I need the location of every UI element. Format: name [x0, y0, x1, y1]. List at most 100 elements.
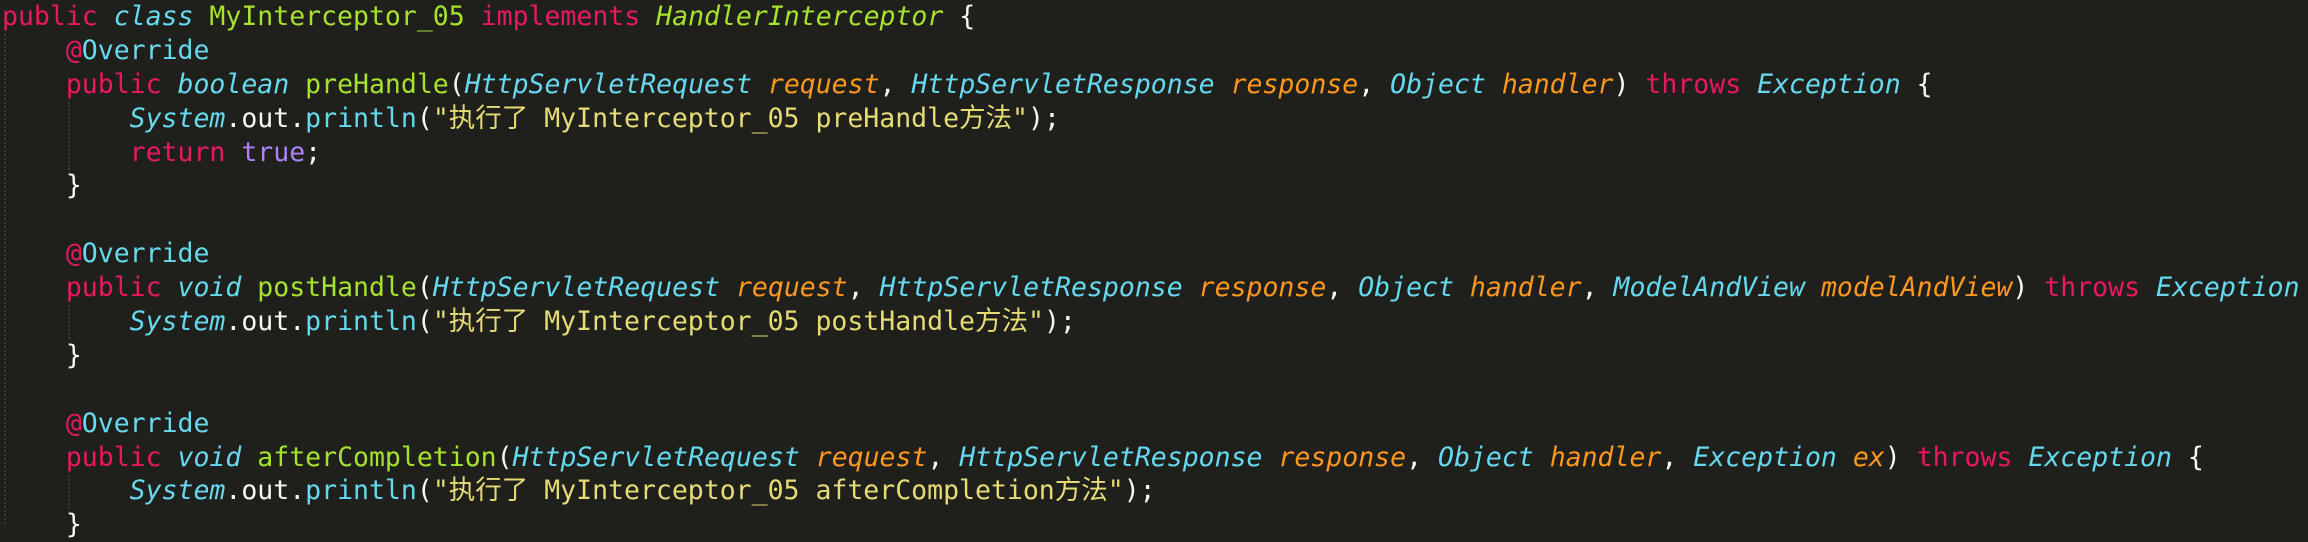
code-token: public — [2, 1, 114, 32]
code-token: Exception — [1757, 68, 1901, 100]
code-token: { — [2171, 441, 2204, 473]
code-token: throws — [1645, 68, 1758, 100]
code-token: { — [943, 1, 976, 32]
code-line[interactable]: @Override — [2, 407, 2300, 441]
code-token: } — [2, 339, 82, 371]
code-token: @ — [65, 407, 82, 439]
code-token: response — [1230, 68, 1359, 100]
code-editor[interactable]: public class MyInterceptor_05 implements… — [0, 0, 2308, 540]
code-token: response — [1278, 441, 1407, 473]
code-line[interactable]: System.out.println("执行了 MyInterceptor_05… — [2, 305, 2300, 339]
code-token: println — [305, 102, 417, 134]
code-token: ( — [496, 441, 513, 473]
code-line[interactable]: public void afterCompletion(HttpServletR… — [2, 441, 2300, 475]
code-token: implements — [480, 1, 657, 32]
code-token: ) — [1613, 68, 1646, 100]
code-token: HttpServletRequest — [512, 441, 816, 473]
code-token: , — [847, 272, 880, 304]
code-line[interactable]: } — [2, 169, 2300, 203]
code-token: ( — [416, 102, 433, 134]
code-token: Exception — [1693, 441, 1853, 473]
code-token: , — [1581, 272, 1614, 304]
code-token: Exception — [2028, 441, 2172, 473]
code-token: throws — [2044, 272, 2156, 304]
code-token: Override — [81, 238, 210, 270]
code-line[interactable]: } — [2, 508, 2300, 542]
code-token: HandlerInterceptor — [656, 1, 944, 32]
code-token: ) — [1884, 441, 1917, 473]
code-token: Exception — [2156, 272, 2300, 304]
code-token: public — [65, 441, 178, 473]
code-token: .out. — [225, 102, 306, 134]
code-token: return — [129, 136, 242, 168]
code-token: handler — [1549, 441, 1662, 473]
code-token: System — [129, 306, 226, 338]
code-token: preHandle — [305, 68, 449, 100]
code-token: ( — [448, 68, 465, 100]
code-token: ); — [1028, 102, 1060, 134]
code-token: , — [1358, 68, 1391, 100]
code-line[interactable]: public void postHandle(HttpServletReques… — [2, 271, 2300, 305]
code-token: Override — [81, 407, 210, 439]
code-line[interactable]: } — [2, 339, 2300, 373]
code-token: HttpServletResponse — [959, 441, 1279, 473]
code-token: { — [1900, 68, 1933, 100]
code-line[interactable]: public class MyInterceptor_05 implements… — [2, 0, 2300, 34]
code-token: void — [177, 272, 258, 304]
code-token: throws — [1916, 441, 2029, 473]
code-token: @ — [65, 34, 82, 66]
code-token: true — [241, 136, 306, 168]
code-token: HttpServletResponse — [911, 68, 1231, 100]
code-content[interactable]: public class MyInterceptor_05 implements… — [2, 0, 2300, 542]
code-token: System — [129, 475, 226, 507]
code-token: , — [1326, 272, 1359, 304]
code-token: ( — [416, 475, 433, 507]
code-token: "执行了 MyInterceptor_05 preHandle方法" — [432, 102, 1028, 134]
code-token: HttpServletRequest — [464, 68, 768, 100]
code-token: , — [1406, 441, 1438, 473]
code-token: class — [113, 1, 210, 32]
code-token: Object — [1438, 441, 1550, 473]
code-token: afterCompletion — [257, 441, 497, 473]
code-token: request — [767, 68, 880, 100]
code-token: ( — [416, 272, 433, 304]
code-token: public — [65, 272, 178, 304]
code-token: "执行了 MyInterceptor_05 afterCompletion方法" — [432, 475, 1124, 507]
code-token: postHandle — [257, 272, 417, 304]
code-token: , — [879, 68, 912, 100]
code-line[interactable] — [2, 203, 2300, 237]
code-token: System — [129, 102, 226, 134]
code-line[interactable]: @Override — [2, 237, 2300, 271]
code-token: ; — [305, 136, 322, 168]
code-token: request — [735, 272, 848, 304]
code-token: @ — [65, 238, 82, 270]
code-token: ModelAndView — [1613, 272, 1821, 304]
code-token: } — [2, 509, 82, 541]
code-line[interactable]: System.out.println("执行了 MyInterceptor_05… — [2, 102, 2300, 136]
code-token: Object — [1390, 68, 1502, 100]
code-token: Object — [1358, 272, 1470, 304]
code-token: , — [927, 441, 960, 473]
code-token: MyInterceptor_05 — [209, 1, 481, 32]
code-token: Override — [81, 34, 210, 66]
code-token: ex — [1852, 441, 1885, 473]
code-token: println — [305, 475, 417, 507]
code-line[interactable] — [2, 373, 2300, 407]
code-token: ); — [1123, 475, 1156, 507]
code-token: handler — [1469, 272, 1582, 304]
code-token: handler — [1501, 68, 1614, 100]
code-line[interactable]: public boolean preHandle(HttpServletRequ… — [2, 68, 2300, 102]
code-line[interactable]: System.out.println("执行了 MyInterceptor_05… — [2, 474, 2300, 508]
code-token: , — [1661, 441, 1694, 473]
code-token: } — [2, 170, 82, 202]
code-line[interactable]: @Override — [2, 34, 2300, 68]
code-line[interactable]: return true; — [2, 136, 2300, 170]
